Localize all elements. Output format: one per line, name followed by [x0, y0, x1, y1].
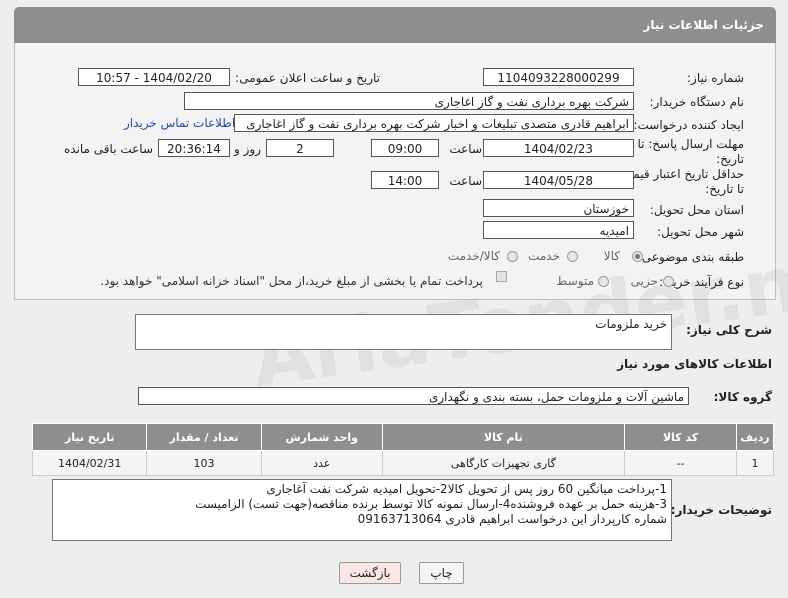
- process-medium-label: متوسط: [556, 274, 594, 288]
- description-field: خرید ملزومات: [135, 314, 672, 350]
- process-minor-radio[interactable]: [663, 276, 674, 287]
- row-unit: عدد: [260, 450, 383, 476]
- announce-datetime-label: تاریخ و ساعت اعلان عمومی:: [235, 71, 380, 85]
- print-button[interactable]: چاپ: [419, 562, 464, 584]
- province-field: خوزستان: [483, 199, 634, 217]
- treasury-payment-checkbox[interactable]: [496, 271, 507, 282]
- col-unit: واحد شمارش: [260, 423, 383, 451]
- validity-time-label: ساعت: [449, 174, 482, 188]
- validity-date-field: 1404/05/28: [483, 171, 634, 189]
- category-goods-radio[interactable]: [632, 251, 643, 262]
- category-goods-service-label: کالا/خدمت: [447, 249, 500, 263]
- row-date: 1404/02/31: [31, 450, 148, 476]
- category-service-radio[interactable]: [567, 251, 578, 262]
- city-field: امیدیه: [483, 221, 634, 239]
- treasury-payment-note: پرداخت تمام یا بخشی از مبلغ خرید،از محل …: [100, 274, 483, 288]
- col-name: نام کالا: [381, 423, 625, 451]
- col-qty: تعداد / مقدار: [146, 423, 262, 451]
- goods-table: ردیف کد کالا نام کالا واحد شمارش تعداد /…: [31, 423, 774, 476]
- need-number-field: 1104093228000299: [483, 68, 634, 86]
- process-medium-radio[interactable]: [598, 276, 609, 287]
- category-label: طبقه بندی موضوعی:: [637, 250, 744, 264]
- deadline-label-line2: تاریخ:: [716, 152, 744, 166]
- time-remaining-field: 20:36:14: [158, 139, 230, 157]
- deadline-date-field: 1404/02/23: [483, 139, 634, 157]
- province-label: استان محل تحویل:: [649, 203, 744, 217]
- description-label: شرح کلی نیاز:: [686, 323, 772, 337]
- deadline-time-label: ساعت: [449, 142, 482, 156]
- row-code: --: [623, 450, 738, 476]
- buyer-notes-line-2: 3-هزینه حمل بر عهده فروشنده4-ارسال نمونه…: [195, 497, 667, 511]
- buyer-notes-line-1: 1-پرداخت میانگین 60 روز پس از تحویل کالا…: [266, 482, 667, 496]
- page-title: جزئیات اطلاعات نیاز: [643, 18, 764, 32]
- category-goods-label: کالا: [603, 249, 620, 263]
- col-date: تاریخ نیاز: [31, 423, 148, 451]
- row-index: 1: [736, 450, 774, 476]
- city-label: شهر محل تحویل:: [657, 225, 744, 239]
- days-label: روز و: [234, 142, 261, 156]
- creator-field: ابراهیم قادری متصدی تبلیغات و اخبار شرکت…: [234, 114, 634, 132]
- deadline-time-field: 09:00: [371, 139, 439, 157]
- col-code: کد کالا: [623, 423, 738, 451]
- goods-group-field: ماشین آلات و ملزومات حمل، بسته بندی و نگ…: [138, 387, 689, 405]
- days-remaining-field: 2: [266, 139, 334, 157]
- buyer-notes-line-3: شماره کارپرداز این درخواست ابراهیم قادری…: [357, 512, 667, 526]
- buyer-notes-field: 1-پرداخت میانگین 60 روز پس از تحویل کالا…: [52, 479, 672, 541]
- goods-group-label: گروه کالا:: [713, 390, 772, 404]
- buyer-contact-link[interactable]: اطلاعات تماس خریدار: [124, 116, 235, 130]
- row-qty: 103: [146, 450, 262, 476]
- back-button[interactable]: بازگشت: [339, 562, 401, 584]
- col-index: ردیف: [736, 423, 774, 451]
- validity-time-field: 14:00: [371, 171, 439, 189]
- validity-label-line1: حداقل تاریخ اعتبار قیمت:: [617, 167, 744, 181]
- creator-label: ایجاد کننده درخواست:: [633, 118, 744, 132]
- category-goods-service-radio[interactable]: [507, 251, 518, 262]
- description-text: خرید ملزومات: [595, 317, 667, 331]
- buyer-org-label: نام دستگاه خریدار:: [649, 95, 745, 109]
- buyer-notes-label: توضیحات خریدار:: [670, 503, 772, 517]
- page-header: جزئیات اطلاعات نیاز: [14, 7, 776, 43]
- announce-datetime-field: 1404/02/20 - 10:57: [78, 68, 230, 86]
- category-service-label: خدمت: [528, 249, 560, 263]
- buyer-org-field: شرکت بهره برداری نفت و گاز اغاجاری: [184, 92, 634, 110]
- row-name: گاری تجهیزات کارگاهی: [381, 450, 625, 476]
- deadline-label-line1: مهلت ارسال پاسخ: تا: [637, 137, 744, 151]
- validity-label-line2: تا تاریخ:: [705, 182, 744, 196]
- need-number-label: شماره نیاز:: [687, 71, 744, 85]
- process-minor-label: جزیی: [630, 274, 658, 288]
- time-remaining-label: ساعت باقی مانده: [63, 142, 153, 156]
- goods-table-header: ردیف کد کالا نام کالا واحد شمارش تعداد /…: [31, 423, 774, 451]
- table-row: 1 -- گاری تجهیزات کارگاهی عدد 103 1404/0…: [31, 450, 774, 476]
- goods-section-title: اطلاعات کالاهای مورد نیاز: [617, 357, 772, 371]
